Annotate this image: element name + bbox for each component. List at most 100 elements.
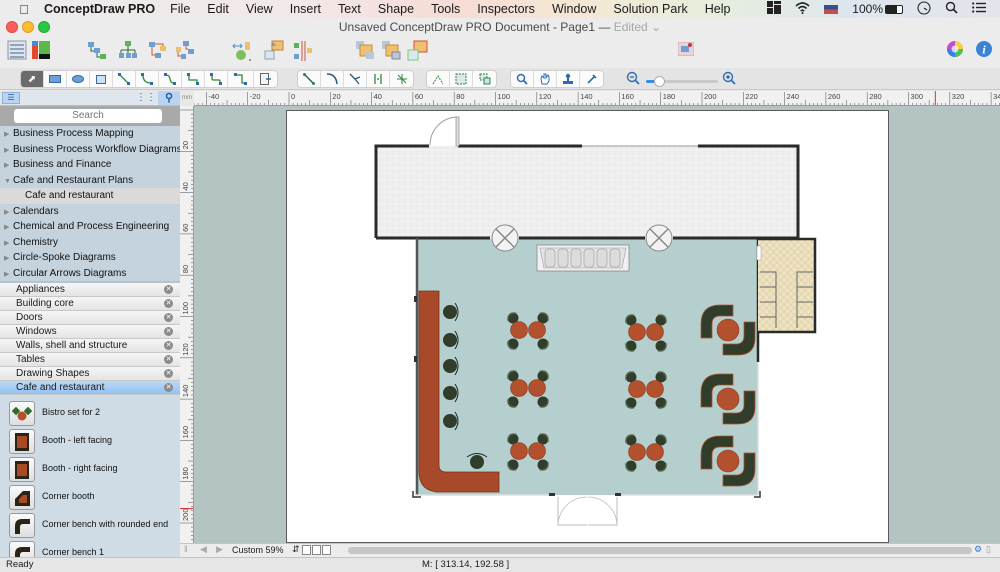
horizontal-ruler[interactable]: -40 -20 0 20 40 60 80 100 120 140 160 180 200 220 240 2…	[194, 91, 1000, 106]
pointer-tool[interactable]: ⬈	[21, 71, 44, 87]
table[interactable]	[528, 379, 546, 397]
group-icon[interactable]	[407, 40, 428, 61]
zoom-level-select[interactable]: Custom 59%	[232, 545, 284, 555]
zoom-slider[interactable]	[646, 76, 718, 87]
close-section-icon[interactable]: ✕	[164, 299, 173, 308]
split-handle-icon[interactable]: ‖	[184, 544, 188, 554]
library-item[interactable]: ▶ Business Process Mapping	[0, 126, 180, 142]
expand-arrow-icon[interactable]: ▶	[4, 220, 13, 236]
hierarchy-icon[interactable]	[175, 40, 195, 60]
expand-arrow-icon[interactable]: ▶	[4, 205, 13, 221]
close-section-icon[interactable]: ✕	[164, 383, 173, 392]
library-item[interactable]: ▶ Circle-Spoke Diagrams	[0, 250, 180, 266]
notification-center-icon[interactable]	[972, 2, 986, 16]
next-page-button[interactable]: ▶	[216, 544, 223, 555]
settings-gear-icon[interactable]: ⚙	[974, 544, 982, 555]
direct-connector-tool[interactable]	[113, 71, 136, 87]
menu-help[interactable]: Help	[705, 2, 731, 16]
menu-file[interactable]: File	[170, 2, 190, 16]
bezier-connector-tool[interactable]	[159, 71, 182, 87]
table[interactable]	[646, 323, 664, 341]
library-item[interactable]: ▶ Circular Arrows Diagrams	[0, 266, 180, 282]
close-section-icon[interactable]: ✕	[164, 327, 173, 336]
corner-booth-icon[interactable]	[9, 485, 35, 510]
section-doors[interactable]: Doors ✕	[0, 311, 180, 325]
format-painter-tool[interactable]	[473, 71, 496, 87]
color-wheel-icon[interactable]	[946, 40, 966, 60]
zoom-out-icon[interactable]	[626, 71, 640, 88]
expand-arrow-icon[interactable]: ▶	[4, 143, 13, 159]
bezier-tool[interactable]	[344, 71, 367, 87]
section-tables[interactable]: Tables ✕	[0, 353, 180, 367]
table[interactable]	[510, 442, 528, 460]
close-section-icon[interactable]: ✕	[164, 341, 173, 350]
library-item[interactable]: ▶ Business Process Workflow Diagrams	[0, 142, 182, 159]
menu-text[interactable]: Text	[338, 2, 361, 16]
vertical-ruler[interactable]: 20 40 60 80 100 120 140 160 180 200	[180, 106, 194, 543]
section-windows[interactable]: Windows ✕	[0, 325, 180, 339]
library-item[interactable]: ▶ Business and Finance	[0, 157, 180, 173]
insert-object-tool[interactable]	[254, 71, 277, 87]
bring-front-icon[interactable]	[355, 40, 375, 60]
horizontal-scrollbar[interactable]	[348, 547, 972, 554]
library-item-expanded[interactable]: ▼ Cafe and Restaurant Plans	[0, 173, 180, 189]
menu-edit[interactable]: Edit	[207, 2, 229, 16]
library-search-input[interactable]	[14, 109, 162, 123]
zoom-in-icon[interactable]	[722, 71, 736, 88]
close-section-icon[interactable]: ✕	[164, 285, 173, 294]
expand-arrow-icon[interactable]: ▶	[4, 267, 13, 283]
bistro-set-icon[interactable]	[9, 401, 35, 426]
shape-item[interactable]: Booth - left facing	[0, 427, 180, 455]
drawing-canvas[interactable]	[194, 106, 1000, 543]
expand-arrow-icon[interactable]: ▶	[4, 158, 13, 174]
send-back-icon[interactable]	[381, 40, 401, 60]
edited-status[interactable]: Edited	[614, 20, 648, 34]
page-view-button[interactable]	[302, 545, 311, 555]
terrace-door[interactable]	[429, 116, 460, 147]
spotlight-search-icon[interactable]	[945, 1, 958, 17]
shape-item[interactable]: Booth - right facing	[0, 455, 180, 483]
menu-window[interactable]: Window	[552, 2, 596, 16]
rectangle-tool[interactable]	[44, 71, 67, 87]
info-icon[interactable]: i	[975, 40, 995, 60]
smart-connector-tool[interactable]	[182, 71, 205, 87]
ruler-unit[interactable]: mm	[180, 91, 194, 106]
shape-item[interactable]: Corner booth	[0, 483, 180, 511]
shape-item[interactable]: Corner bench with rounded end	[0, 511, 180, 539]
menu-app-name[interactable]: ConceptDraw PRO	[44, 2, 155, 16]
edit-points-tool[interactable]	[427, 71, 450, 87]
vertical-scrollbar[interactable]	[988, 106, 1000, 543]
page-view-button[interactable]	[322, 545, 331, 555]
previous-page-button[interactable]: ◀	[200, 544, 207, 555]
section-building-core[interactable]: Building core ✕	[0, 297, 180, 311]
tree-icon[interactable]	[118, 40, 138, 60]
close-section-icon[interactable]: ✕	[164, 355, 173, 364]
zoom-slider-knob[interactable]	[654, 76, 665, 87]
expand-arrow-icon[interactable]: ▶	[4, 236, 13, 252]
table[interactable]	[646, 380, 664, 398]
zoom-stepper-icon[interactable]: ⇵	[292, 544, 300, 555]
mission-control-icon[interactable]	[767, 1, 782, 17]
connect-icon[interactable]	[87, 40, 107, 60]
table[interactable]	[510, 321, 528, 339]
table[interactable]	[628, 323, 646, 341]
section-appliances[interactable]: Appliances ✕	[0, 283, 180, 297]
ellipse-tool[interactable]	[67, 71, 90, 87]
expand-arrow-icon[interactable]: ▶	[4, 251, 13, 267]
section-walls[interactable]: Walls, shell and structure ✕	[0, 339, 180, 353]
library-item[interactable]: ▶ Chemistry	[0, 235, 180, 251]
table[interactable]	[528, 321, 546, 339]
section-cafe-and-restaurant[interactable]: Cafe and restaurant ✕	[0, 381, 180, 395]
table[interactable]	[628, 380, 646, 398]
menu-tools[interactable]: Tools	[431, 2, 460, 16]
eyedropper-tool[interactable]	[580, 71, 603, 87]
menu-shape[interactable]: Shape	[378, 2, 414, 16]
polyline-tool[interactable]	[367, 71, 390, 87]
arc-tool[interactable]	[321, 71, 344, 87]
shape-item[interactable]: Bistro set for 2	[0, 399, 180, 427]
menu-inspectors[interactable]: Inspectors	[477, 2, 535, 16]
restroom[interactable]	[756, 237, 817, 334]
table[interactable]	[628, 443, 646, 461]
terrace-floor[interactable]	[376, 146, 798, 238]
close-section-icon[interactable]: ✕	[164, 313, 173, 322]
